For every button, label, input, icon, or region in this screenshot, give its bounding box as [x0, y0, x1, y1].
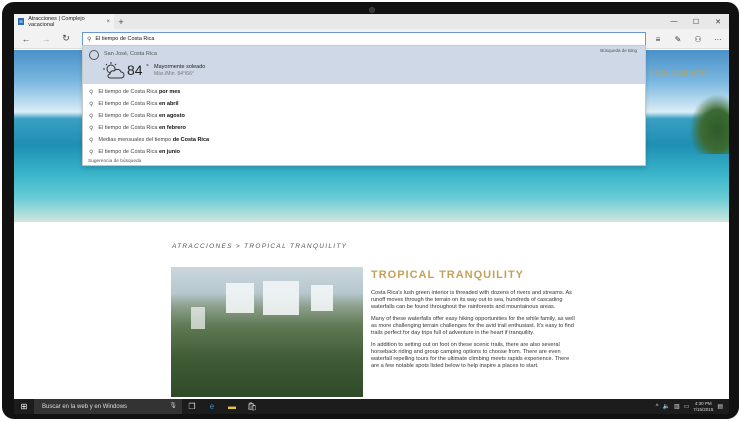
minimize-icon[interactable]: — — [663, 14, 685, 29]
suggestion-text: El tiempo de Costa Rica en abril — [98, 101, 179, 107]
paragraph: In addition to setting out on foot on th… — [371, 342, 570, 369]
action-center-icon[interactable]: ▤ — [717, 403, 723, 410]
suggestion-item[interactable]: ⚲ Medias mensuales del tiempo de Costa R… — [83, 134, 645, 146]
battery-icon[interactable]: ▭ — [684, 403, 690, 410]
suggestion-item[interactable]: ⚲ El tiempo de Costa Rica en abril — [83, 98, 645, 110]
search-icon: ⚲ — [89, 149, 94, 156]
taskbar: ⊞ Buscar en la web y en Windows 🎙 ❐ e ▬ … — [14, 399, 729, 414]
site-favicon-icon: ✉ — [18, 18, 25, 25]
more-icon[interactable]: ··· — [711, 31, 725, 47]
suggestion-item[interactable]: ⚲ El tiempo de Costa Rica en agosto — [83, 110, 645, 122]
clock-date: 7/15/2015 — [693, 406, 714, 412]
article-body: Costa Rica's lush green interior is thre… — [371, 290, 575, 375]
toolbar-right: ≡ ✎ ⚇ ··· — [651, 31, 725, 47]
search-suggestions-dropdown: San José, Costa Rica Búsqueda de Bing 84… — [82, 45, 646, 166]
camera — [369, 7, 375, 13]
bing-search-label: Búsqueda de Bing — [600, 48, 637, 53]
waterfall-shape — [263, 281, 299, 315]
phone-number[interactable]: +506-2345-6789 — [650, 70, 709, 77]
tablet-bezel: ✉ Atracciones | Complejo vacacional × + … — [2, 2, 739, 419]
dropdown-footer: Sugerencia de búsqueda — [88, 159, 142, 164]
temperature: 84 — [127, 62, 143, 78]
suggestion-text: Medias mensuales del tiempo de Costa Ric… — [98, 137, 210, 143]
edge-icon[interactable]: e — [202, 399, 222, 414]
network-icon[interactable]: ▥ — [674, 403, 680, 410]
paragraph: Many of these waterfalls offer easy hiki… — [371, 316, 575, 336]
volume-icon[interactable]: 🔈 — [662, 403, 669, 410]
location-icon — [89, 50, 99, 60]
search-icon: ⚲ — [89, 113, 94, 120]
address-input[interactable]: El tiempo de Costa Rica — [95, 36, 154, 42]
waterfall-shape — [311, 285, 333, 311]
store-icon[interactable]: 🛍 — [242, 399, 262, 414]
weather-min-max: Máx./Mín. 84°/66° — [154, 71, 194, 77]
new-tab-button[interactable]: + — [114, 14, 128, 29]
suggestion-item[interactable]: ⚲ El tiempo de Costa Rica en febrero — [83, 122, 645, 134]
search-icon: ⚲ — [89, 137, 94, 144]
refresh-button[interactable]: ↻ — [58, 31, 74, 47]
microphone-icon[interactable]: 🎙 — [169, 402, 177, 409]
weather-condition: Mayormente soleado — [154, 64, 206, 70]
clock-time: 4:30 PM — [694, 401, 712, 406]
window-controls: — ☐ ✕ — [663, 14, 729, 29]
task-view-icon[interactable]: ❐ — [182, 399, 202, 414]
chevron-up-icon[interactable]: ^ — [656, 404, 659, 410]
waterfall-photo — [171, 267, 363, 397]
suggestion-text: El tiempo de Costa Rica en febrero — [98, 125, 186, 131]
maximize-icon[interactable]: ☐ — [685, 14, 707, 29]
palm-trees — [689, 94, 729, 154]
search-icon: ⚲ — [89, 89, 94, 96]
file-explorer-icon[interactable]: ▬ — [222, 399, 242, 414]
breadcrumb[interactable]: ATRACCIONES > TROPICAL TRANQUILITY — [172, 243, 347, 250]
suggestion-text: El tiempo de Costa Rica en agosto — [98, 113, 185, 119]
weather-city: San José, Costa Rica — [104, 51, 157, 57]
web-note-icon[interactable]: ✎ — [671, 31, 685, 47]
search-icon: ⚲ — [87, 36, 92, 43]
address-bar[interactable]: ⚲ El tiempo de Costa Rica — [82, 32, 646, 46]
hub-icon[interactable]: ≡ — [651, 31, 665, 47]
suggestion-item[interactable]: ⚲ El tiempo de Costa Rica por mes — [83, 86, 645, 98]
taskbar-search[interactable]: Buscar en la web y en Windows 🎙 — [34, 399, 182, 414]
system-tray: ^ 🔈 ▥ ▭ 4:30 PM 7/15/2015 ▤ — [656, 399, 729, 414]
suggestion-item[interactable]: ⚲ El tiempo de Costa Rica en junio — [83, 146, 645, 158]
degree-symbol: ° — [146, 64, 149, 71]
browser-tab[interactable]: ✉ Atracciones | Complejo vacacional × — [14, 14, 114, 29]
title-bar: ✉ Atracciones | Complejo vacacional × + … — [14, 14, 729, 29]
waterfall-shape — [226, 283, 254, 313]
screen: ✉ Atracciones | Complejo vacacional × + … — [14, 14, 729, 414]
clock[interactable]: 4:30 PM 7/15/2015 — [693, 401, 713, 412]
paragraph: Costa Rica's lush green interior is thre… — [371, 290, 572, 310]
device-frame: ✉ Atracciones | Complejo vacacional × + … — [0, 0, 741, 421]
back-button[interactable]: ← — [18, 31, 34, 47]
share-icon[interactable]: ⚇ — [691, 31, 705, 47]
close-icon[interactable]: ✕ — [707, 14, 729, 29]
search-icon: ⚲ — [89, 125, 94, 132]
tab-title: Atracciones | Complejo vacacional — [28, 15, 85, 28]
forward-button[interactable]: → — [38, 31, 54, 47]
waterfall-shape — [191, 307, 205, 329]
suggestion-text: El tiempo de Costa Rica por mes — [98, 89, 181, 95]
taskbar-search-placeholder: Buscar en la web y en Windows — [42, 403, 128, 410]
suggestion-text: El tiempo de Costa Rica en junio — [98, 149, 181, 155]
tab-close-icon[interactable]: × — [106, 19, 110, 25]
partly-sunny-icon — [103, 62, 125, 79]
search-icon: ⚲ — [89, 101, 94, 108]
article-title: TROPICAL TRANQUILITY — [371, 269, 525, 281]
windows-start-icon[interactable]: ⊞ — [14, 399, 34, 414]
weather-suggestion[interactable]: San José, Costa Rica Búsqueda de Bing 84… — [83, 46, 645, 84]
